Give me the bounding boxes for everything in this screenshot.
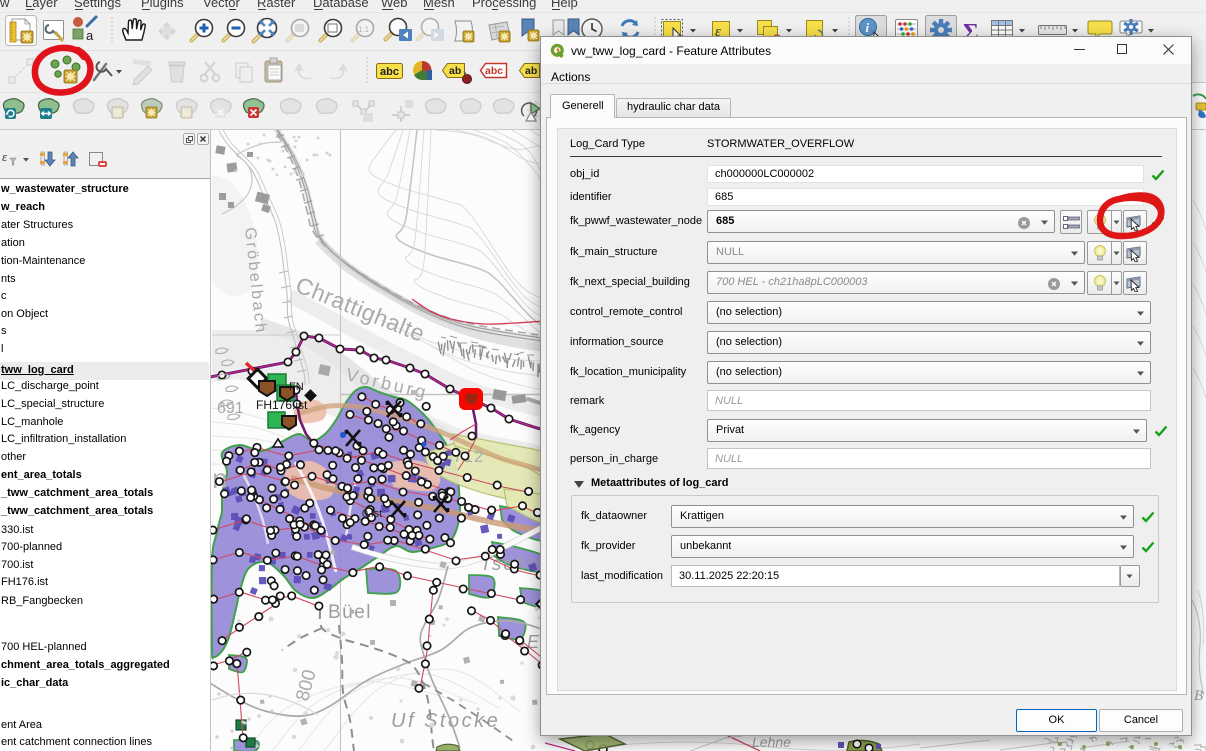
svg-text:a: a (86, 28, 94, 43)
svg-text:i: i (866, 20, 870, 35)
svg-text:abc: abc (380, 66, 399, 78)
svg-text:abc: abc (485, 65, 503, 77)
svg-text:0.ist: 0.ist (362, 508, 382, 520)
svg-text:E: E (527, 632, 540, 652)
svg-text:ab: ab (525, 65, 537, 77)
svg-text:1:1: 1:1 (358, 25, 370, 34)
svg-text:ab: ab (449, 65, 461, 77)
svg-text:Büel: Büel (328, 602, 372, 623)
svg-text:B: B (1194, 688, 1203, 704)
svg-text:FH176.ist: FH176.ist (256, 398, 308, 412)
svg-text:FN: FN (289, 381, 304, 393)
svg-text:Lehne: Lehne (752, 734, 791, 750)
svg-text:ε: ε (2, 149, 8, 164)
